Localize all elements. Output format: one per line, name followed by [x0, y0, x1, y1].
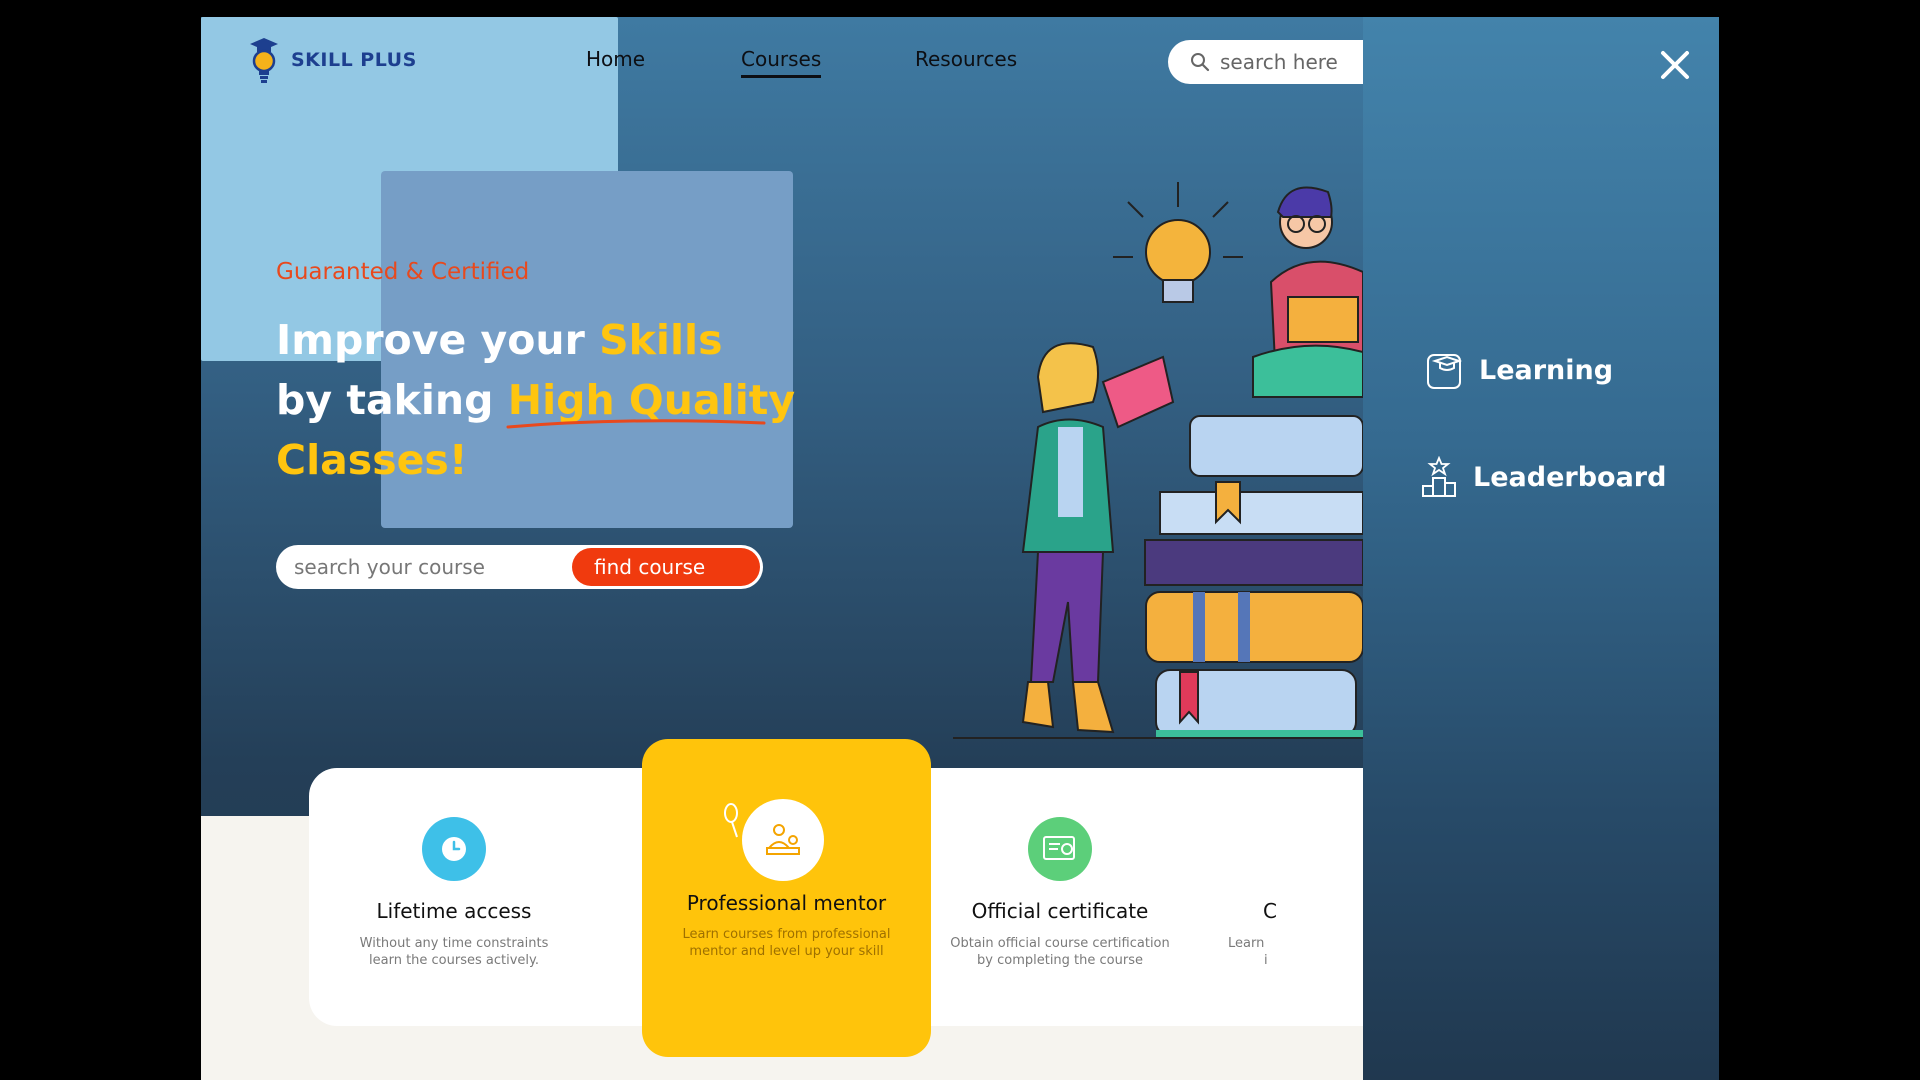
nav-resources[interactable]: Resources [915, 47, 1017, 71]
feature-official-certificate[interactable]: Official certificate Obtain official cou… [915, 817, 1205, 969]
headline-text: by taking [276, 376, 508, 424]
graduation-box-icon [1427, 354, 1463, 389]
headline-highlight: Skills [599, 316, 723, 364]
feature-title: C [1263, 899, 1277, 923]
hero-headline: Improve your Skills by taking High Quali… [276, 310, 795, 490]
idea-bulb-icon [1113, 182, 1243, 303]
hero-tagline: Guaranted & Certified [276, 259, 530, 285]
headline-text: Improve your [276, 316, 600, 364]
drawer-item-leaderboard[interactable]: Leaderboard [1421, 456, 1666, 498]
drawer-item-label: Learning [1479, 354, 1614, 386]
feature-desc-line: by completing the course [977, 953, 1143, 968]
magnifier-deco-icon [724, 803, 738, 838]
mentor-icon [742, 799, 824, 881]
top-search-box[interactable] [1168, 40, 1368, 84]
drawer-item-learning[interactable]: Learning [1425, 349, 1613, 391]
feature-description: Without any time constraints learn the c… [309, 935, 599, 969]
top-search-input[interactable] [1220, 50, 1360, 74]
podium-icon [1422, 456, 1456, 497]
lightbulb-logo-icon [250, 38, 278, 83]
feature-desc-line: learn the courses actively. [369, 953, 539, 968]
feature-title: Lifetime access [376, 899, 532, 923]
drawer-item-label: Leaderboard [1473, 461, 1667, 493]
nav-home[interactable]: Home [586, 47, 645, 71]
feature-description: Obtain official course certification by … [915, 935, 1205, 969]
feature-desc-line: mentor and level up your skill [689, 944, 884, 959]
feature-desc-line: Learn [1228, 936, 1265, 951]
feature-desc-line: Obtain official course certification [950, 936, 1170, 951]
clock-icon [422, 817, 486, 881]
feature-partial[interactable]: C Learn i [1209, 817, 1363, 969]
logo[interactable]: SKILL PLUS [247, 35, 417, 85]
certificate-icon [1028, 817, 1092, 881]
search-icon [1191, 53, 1210, 72]
feature-desc-line: i [1264, 953, 1268, 968]
feature-description: Learn i [1209, 935, 1363, 969]
hero-illustration [953, 182, 1363, 739]
feature-title: Professional mentor [686, 891, 887, 915]
feature-professional-mentor[interactable]: Professional mentor Learn courses from p… [642, 739, 931, 1057]
nav-courses[interactable]: Courses [741, 47, 822, 78]
course-search-input[interactable] [294, 555, 564, 579]
feature-title: Official certificate [971, 899, 1149, 923]
headline-highlight: Classes! [276, 436, 468, 484]
feature-desc-line: Learn courses from professional [682, 927, 891, 942]
feature-description: Learn courses from professional mentor a… [642, 926, 931, 960]
page: SKILL PLUS Home Courses Resources Guaran… [201, 17, 1719, 1080]
feature-desc-line: Without any time constraints [359, 936, 549, 951]
side-drawer: Learning Leaderboard [1363, 17, 1719, 1080]
brand-name: SKILL PLUS [291, 49, 417, 71]
find-course-button[interactable]: find course [572, 548, 760, 586]
feature-lifetime-access[interactable]: Lifetime access Without any time constra… [309, 817, 599, 969]
highlight-underline [506, 419, 766, 429]
close-icon[interactable] [1657, 47, 1693, 83]
course-search-box: find course [276, 545, 763, 589]
